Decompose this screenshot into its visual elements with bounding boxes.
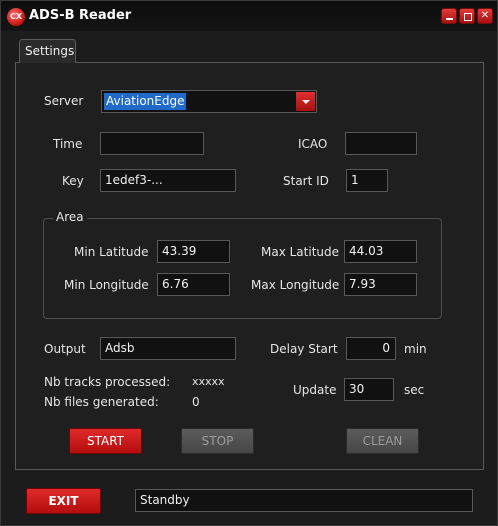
title-bar[interactable]: CX ADS-B Reader ✕ [1,1,497,31]
area-group [43,218,442,319]
files-generated-value: 0 [192,395,200,409]
min-longitude-label: Min Longitude [64,278,149,292]
exit-button[interactable]: EXIT [26,488,101,514]
delay-start-field[interactable]: 0 [346,337,396,360]
icao-field[interactable] [345,132,417,155]
tab-settings[interactable]: Settings [19,39,76,63]
stop-button[interactable]: STOP [181,428,254,454]
app-logo-icon: CX [7,8,25,26]
chevron-down-icon[interactable] [296,92,315,111]
min-longitude-field[interactable]: 6.76 [157,273,230,296]
time-field[interactable] [100,132,204,155]
update-label: Update [293,383,337,397]
minimize-button[interactable] [441,8,457,24]
status-field: Standby [135,489,473,512]
area-group-title: Area [53,210,87,224]
start-id-label: Start ID [283,174,329,188]
time-label: Time [53,137,83,151]
max-longitude-field[interactable]: 7.93 [344,273,417,296]
server-label: Server [44,94,84,108]
icao-label: ICAO [298,137,328,151]
delay-start-unit: min [404,342,427,356]
start-button[interactable]: START [69,428,142,454]
tracks-processed-label: Nb tracks processed: [44,375,171,389]
update-field[interactable]: 30 [344,378,394,401]
app-window: CX ADS-B Reader ✕ Settings Server Aviati… [0,0,498,526]
clean-button[interactable]: CLEAN [346,428,419,454]
key-field[interactable]: 1edef3-... [100,169,236,192]
start-id-field[interactable]: 1 [346,169,388,192]
min-latitude-field[interactable]: 43.39 [157,240,230,263]
tracks-processed-value: xxxxx [192,375,225,388]
maximize-button[interactable] [459,8,475,24]
server-select[interactable]: AviationEdge [101,90,317,113]
close-button[interactable]: ✕ [477,8,493,24]
key-label: Key [62,174,84,188]
window-title: ADS-B Reader [29,8,132,23]
min-latitude-label: Min Latitude [74,245,149,259]
output-field[interactable]: Adsb [100,337,236,360]
max-longitude-label: Max Longitude [251,278,340,292]
max-latitude-label: Max Latitude [261,245,340,259]
files-generated-label: Nb files generated: [44,395,159,409]
delay-start-label: Delay Start [270,342,338,356]
update-unit: sec [404,383,425,397]
output-label: Output [44,342,86,356]
max-latitude-field[interactable]: 44.03 [344,240,417,263]
server-select-value: AviationEdge [104,93,187,110]
